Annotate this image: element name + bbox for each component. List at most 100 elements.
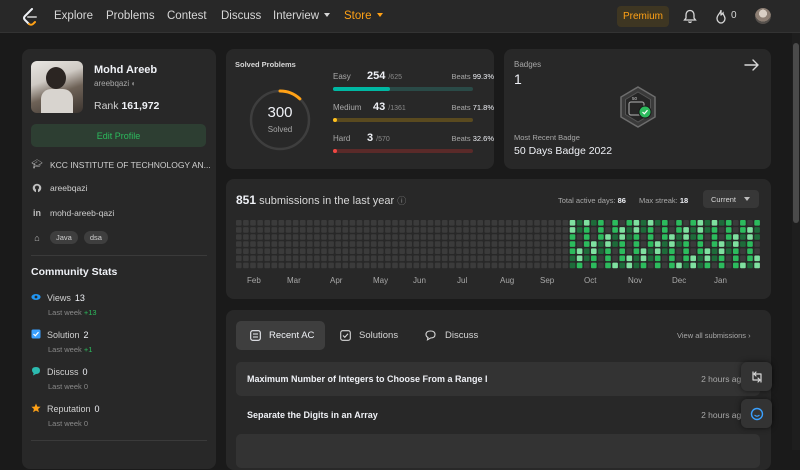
heatmap-cell[interactable] xyxy=(385,234,391,240)
heatmap-cell[interactable] xyxy=(243,255,249,262)
heatmap-cell[interactable] xyxy=(647,220,654,226)
premium-button[interactable]: Premium xyxy=(617,6,669,27)
heatmap-cell[interactable] xyxy=(250,227,256,233)
heatmap-cell[interactable] xyxy=(697,227,704,233)
heatmap-cell[interactable] xyxy=(612,248,618,254)
heatmap-cell[interactable] xyxy=(662,262,668,269)
heatmap-cell[interactable] xyxy=(569,248,576,254)
heatmap-cell[interactable] xyxy=(654,255,661,262)
heatmap-cell[interactable] xyxy=(328,262,334,269)
heatmap-cell[interactable] xyxy=(399,262,405,269)
heatmap-cell[interactable] xyxy=(548,262,554,269)
view-all-submissions-link[interactable]: View all submissions › xyxy=(677,331,751,340)
heatmap-cell[interactable] xyxy=(420,241,427,247)
heatmap-cell[interactable] xyxy=(534,262,540,269)
heatmap-cell[interactable] xyxy=(477,234,483,240)
heatmap-cell[interactable] xyxy=(548,248,554,254)
heatmap-cell[interactable] xyxy=(725,248,732,254)
heatmap-cell[interactable] xyxy=(512,227,519,233)
heatmap-cell[interactable] xyxy=(527,227,533,233)
heatmap-cell[interactable] xyxy=(250,262,256,269)
heatmap-cell[interactable] xyxy=(271,262,278,269)
heatmap-cell[interactable] xyxy=(441,255,448,262)
heatmap-cell[interactable] xyxy=(335,248,341,254)
heatmap-cell[interactable] xyxy=(605,248,611,254)
heatmap-cell[interactable] xyxy=(356,234,363,240)
heatmap-cell[interactable] xyxy=(569,241,576,247)
heatmap-cell[interactable] xyxy=(463,241,469,247)
heatmap-cell[interactable] xyxy=(406,234,412,240)
heatmap-cell[interactable] xyxy=(456,248,462,254)
heatmap-cell[interactable] xyxy=(520,248,526,254)
heatmap-cell[interactable] xyxy=(669,220,675,226)
heatmap-cell[interactable] xyxy=(349,227,356,233)
heatmap-cell[interactable] xyxy=(541,241,547,247)
heatmap-cell[interactable] xyxy=(562,220,569,226)
heatmap-cell[interactable] xyxy=(697,220,704,226)
heatmap-cell[interactable] xyxy=(747,241,753,247)
heatmap-cell[interactable] xyxy=(292,234,299,240)
heatmap-cell[interactable] xyxy=(321,241,327,247)
heatmap-cell[interactable] xyxy=(264,241,270,247)
heatmap-cell[interactable] xyxy=(299,241,306,247)
heatmap-cell[interactable] xyxy=(392,241,398,247)
heatmap-cell[interactable] xyxy=(569,262,576,269)
heatmap-cell[interactable] xyxy=(243,241,249,247)
heatmap-cell[interactable] xyxy=(299,262,306,269)
heatmap-cell[interactable] xyxy=(427,241,434,247)
heatmap-cell[interactable] xyxy=(491,262,498,269)
heatmap-cell[interactable] xyxy=(321,255,327,262)
heatmap-cell[interactable] xyxy=(413,227,420,233)
heatmap-cell[interactable] xyxy=(250,255,256,262)
heatmap-cell[interactable] xyxy=(378,262,384,269)
heatmap-cell[interactable] xyxy=(619,220,625,226)
heatmap-cell[interactable] xyxy=(640,220,647,226)
heatmap-cell[interactable] xyxy=(264,234,270,240)
heatmap-cell[interactable] xyxy=(591,255,597,262)
switch-layout-button[interactable] xyxy=(741,362,772,391)
heatmap-cell[interactable] xyxy=(299,248,306,254)
heatmap-cell[interactable] xyxy=(321,220,327,226)
heatmap-cell[interactable] xyxy=(406,248,412,254)
heatmap-cell[interactable] xyxy=(711,234,718,240)
heatmap-cell[interactable] xyxy=(747,248,753,254)
scrollbar-thumb[interactable] xyxy=(793,43,799,223)
heatmap-cell[interactable] xyxy=(711,220,718,226)
heatmap-cell[interactable] xyxy=(399,248,405,254)
heatmap-cell[interactable] xyxy=(555,234,562,240)
heatmap-cell[interactable] xyxy=(378,234,384,240)
heatmap-cell[interactable] xyxy=(392,248,398,254)
heatmap-cell[interactable] xyxy=(491,220,498,226)
heatmap-cell[interactable] xyxy=(733,234,739,240)
heatmap-cell[interactable] xyxy=(662,248,668,254)
heatmap-cell[interactable] xyxy=(427,227,434,233)
heatmap-cell[interactable] xyxy=(583,241,590,247)
heatmap-cell[interactable] xyxy=(740,220,746,226)
heatmap-cell[interactable] xyxy=(591,220,597,226)
heatmap-cell[interactable] xyxy=(676,227,682,233)
heatmap-cell[interactable] xyxy=(491,255,498,262)
heatmap-cell[interactable] xyxy=(583,255,590,262)
heatmap-cell[interactable] xyxy=(591,227,597,233)
heatmap-cell[interactable] xyxy=(505,227,512,233)
heatmap-cell[interactable] xyxy=(314,220,320,226)
heatmap-cell[interactable] xyxy=(576,255,583,262)
heatmap-cell[interactable] xyxy=(569,234,576,240)
heatmap-cell[interactable] xyxy=(463,255,469,262)
heatmap-cell[interactable] xyxy=(562,248,569,254)
heatmap-cell[interactable] xyxy=(278,227,285,233)
heatmap-cell[interactable] xyxy=(640,255,647,262)
heatmap-cell[interactable] xyxy=(704,234,711,240)
heatmap-cell[interactable] xyxy=(626,262,633,269)
heatmap-cell[interactable] xyxy=(363,248,370,254)
heatmap-cell[interactable] xyxy=(591,234,597,240)
heatmap-cell[interactable] xyxy=(512,248,519,254)
heatmap-cell[interactable] xyxy=(505,241,512,247)
heatmap-cell[interactable] xyxy=(697,248,704,254)
heatmap-cell[interactable] xyxy=(548,234,554,240)
heatmap-cell[interactable] xyxy=(612,255,618,262)
heatmap-cell[interactable] xyxy=(356,227,363,233)
heatmap-cell[interactable] xyxy=(747,227,753,233)
heatmap-cell[interactable] xyxy=(484,248,491,254)
heatmap-cell[interactable] xyxy=(370,241,377,247)
